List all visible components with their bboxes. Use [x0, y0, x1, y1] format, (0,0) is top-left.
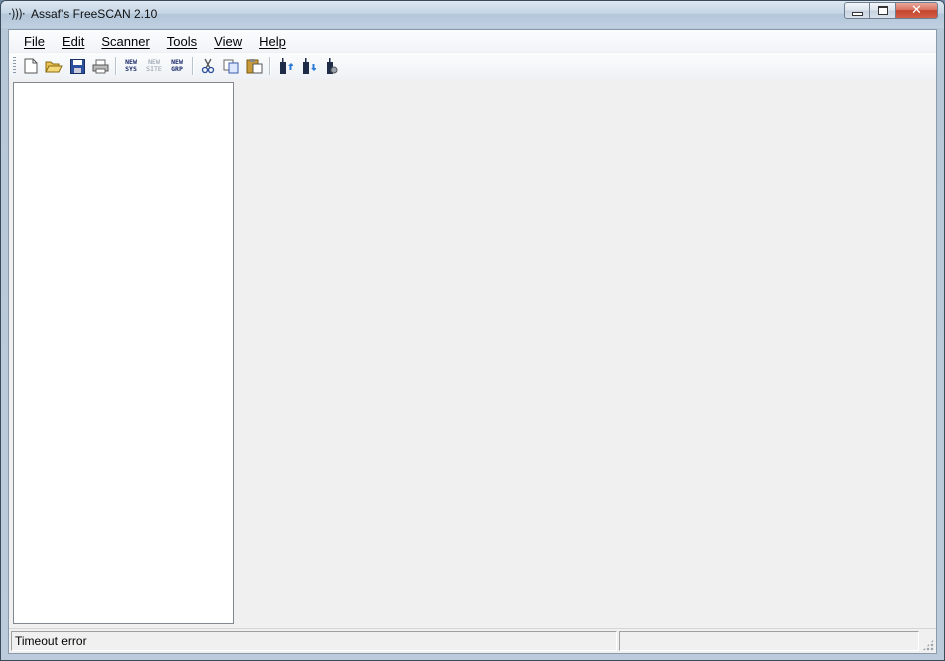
maximize-button[interactable] [870, 2, 896, 19]
status-message: Timeout error [11, 631, 617, 651]
radio-upload-icon [280, 57, 293, 74]
new-file-button[interactable] [20, 55, 42, 77]
radio-settings-icon [327, 57, 338, 74]
maximize-icon [877, 6, 888, 15]
menu-view[interactable]: View [208, 32, 248, 51]
system-tree-panel[interactable] [13, 82, 234, 624]
main-content-area [238, 82, 936, 624]
download-from-scanner-button[interactable] [297, 55, 319, 77]
status-bar: Timeout error [9, 628, 936, 653]
minimize-button[interactable] [844, 2, 870, 19]
new-sys-label: NEW SYS [125, 59, 137, 73]
caption-buttons: ✕ [844, 2, 938, 19]
new-grp-label: NEW GRP [171, 59, 183, 73]
menu-help[interactable]: Help [253, 32, 292, 51]
print-button[interactable] [89, 55, 111, 77]
window-title: Assaf's FreeSCAN 2.10 [31, 7, 158, 21]
title-bar[interactable]: ·)))· Assaf's FreeSCAN 2.10 ✕ [1, 1, 944, 28]
open-file-button[interactable] [43, 55, 65, 77]
new-site-line2: SITE [146, 65, 162, 73]
copy-icon [223, 59, 238, 73]
new-document-icon [24, 58, 38, 74]
new-grp-line2: GRP [171, 65, 183, 73]
open-folder-icon [45, 61, 63, 72]
toolbar-separator [269, 57, 271, 75]
radio-download-icon [303, 57, 316, 74]
printer-icon [92, 59, 108, 73]
close-button[interactable]: ✕ [896, 2, 938, 19]
copy-button[interactable] [220, 55, 242, 77]
new-site-button[interactable]: NEW SITE [143, 55, 165, 77]
minimize-icon [851, 12, 863, 16]
paste-clipboard-icon [246, 59, 262, 74]
paste-button[interactable] [243, 55, 265, 77]
scanner-settings-button[interactable] [320, 55, 342, 77]
status-secondary [619, 631, 919, 651]
client-area: File Edit Scanner Tools View Help NEW SY… [8, 29, 937, 654]
menu-file[interactable]: File [18, 32, 51, 51]
save-floppy-icon [69, 58, 85, 74]
toolbar: NEW SYS NEW SITE NEW GRP [9, 53, 936, 79]
menu-scanner[interactable]: Scanner [95, 32, 155, 51]
toolbar-separator [192, 57, 194, 75]
new-group-button[interactable]: NEW GRP [166, 55, 188, 77]
app-radio-icon[interactable]: ·)))· [8, 7, 26, 21]
menu-edit[interactable]: Edit [56, 32, 90, 51]
cut-button[interactable] [197, 55, 219, 77]
toolbar-separator [115, 57, 117, 75]
upload-to-scanner-button[interactable] [274, 55, 296, 77]
toolbar-grip[interactable] [13, 57, 16, 75]
menu-bar: File Edit Scanner Tools View Help [9, 30, 936, 52]
app-window: ·)))· Assaf's FreeSCAN 2.10 ✕ File Edit … [0, 0, 945, 661]
save-button[interactable] [66, 55, 88, 77]
new-system-button[interactable]: NEW SYS [120, 55, 142, 77]
close-icon: ✕ [911, 3, 922, 18]
menu-tools[interactable]: Tools [161, 32, 203, 51]
new-site-label: NEW SITE [146, 59, 162, 73]
scissors-icon [201, 58, 215, 74]
resize-grip-icon[interactable] [922, 639, 934, 651]
new-sys-line2: SYS [125, 65, 137, 73]
